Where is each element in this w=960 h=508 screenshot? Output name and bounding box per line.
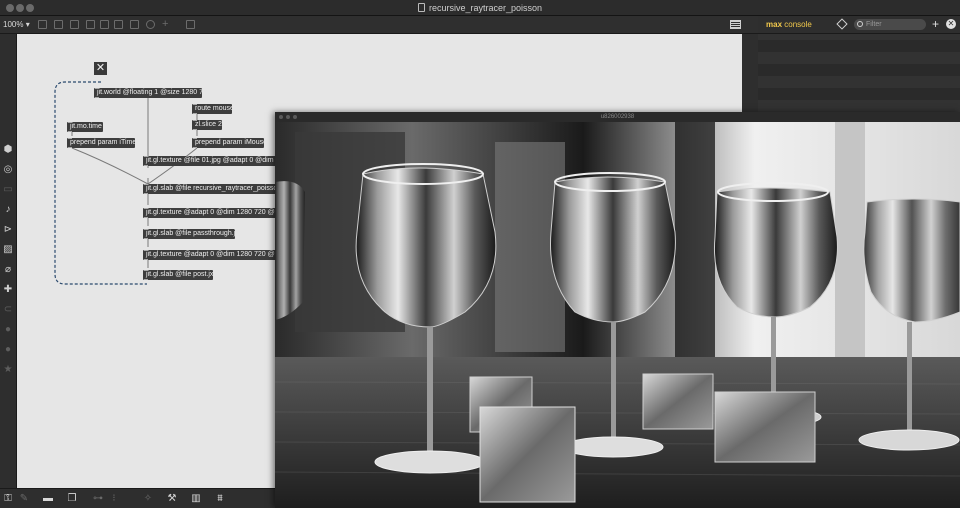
metal-cube [714, 391, 816, 463]
add-icon[interactable]: + [932, 17, 939, 31]
search-icon [857, 21, 863, 27]
comment-icon[interactable] [70, 20, 79, 29]
jit-gl-texture-file-object[interactable]: jit.gl.texture @file 01.jpg @adapt 0 @di… [143, 156, 277, 166]
slider-object-icon[interactable] [130, 20, 139, 29]
record-icon[interactable]: ● [2, 324, 14, 336]
add-object-icon[interactable]: + [162, 18, 168, 30]
rendered-scene [275, 122, 960, 508]
message-icon[interactable] [54, 20, 63, 29]
piano-icon[interactable]: ▥ [190, 493, 202, 505]
diamond-icon[interactable] [836, 18, 848, 30]
console-header: max console Filter + ✕ [758, 16, 960, 34]
paperclip-icon[interactable]: ⌀ [2, 264, 14, 276]
route-mouse-object[interactable]: route mouse [192, 104, 232, 114]
prepend-imouse-object[interactable]: prepend param iMouse [192, 138, 264, 148]
jit-mo-time-object[interactable]: jit.mo.time [67, 122, 103, 132]
star-icon[interactable]: ★ [2, 364, 14, 376]
console-title: max console [766, 20, 812, 30]
render-close-button[interactable] [279, 115, 283, 119]
metal-cube [642, 373, 714, 430]
prepend-itime-object[interactable]: prepend param iTime [67, 138, 135, 148]
window-title-container: recursive_raytracer_poisson [0, 2, 960, 14]
clear-console-icon[interactable]: ✕ [946, 19, 956, 29]
render-minimize-button[interactable] [286, 115, 290, 119]
render-window[interactable]: u826002938 [275, 112, 960, 508]
lock-icon[interactable]: ⚿ [2, 493, 14, 505]
jit-gl-slab-raytracer-object[interactable]: jit.gl.slab @file recursive_raytracer_po… [143, 184, 277, 194]
record-alt-icon[interactable]: ● [2, 344, 14, 356]
grid-view-icon[interactable] [730, 20, 741, 29]
number-object-icon[interactable] [114, 20, 123, 29]
plug-icon[interactable]: ⊂ [2, 304, 14, 316]
render-window-titlebar: u826002938 [275, 112, 960, 122]
zl-slice-object[interactable]: zl.slice 2 [192, 120, 222, 130]
window-title: recursive_raytracer_poisson [428, 3, 543, 13]
pin-icon[interactable]: ✧ [142, 493, 154, 505]
jit-gl-slab-post-object[interactable]: jit.gl.slab @file post.jxs [143, 270, 213, 280]
button-object-icon[interactable] [86, 20, 95, 29]
console-label: console [784, 20, 812, 29]
cube-icon[interactable]: ⬢ [2, 144, 14, 156]
console-filter-input[interactable]: Filter [854, 19, 926, 30]
card-icon[interactable]: ▭ [2, 184, 14, 196]
canvas-scroll-strip[interactable] [742, 34, 758, 114]
dial-object-icon[interactable] [146, 20, 155, 29]
bottom-toolbar: ⚿ ✎ ▬ ❐ ⊶ ⁝ ✧ ⚒ ▥ ⩩ [0, 488, 275, 508]
media-object-icon[interactable] [186, 20, 195, 29]
new-object-icon[interactable] [38, 20, 47, 29]
render-window-title: u826002938 [600, 114, 635, 120]
jit-gl-slab-passthrough-object[interactable]: jit.gl.slab @file passthrough.jxs [143, 229, 235, 239]
document-icon [417, 3, 425, 12]
filter-placeholder: Filter [866, 21, 882, 28]
link-icon[interactable]: ⊶ [92, 493, 104, 505]
image-icon[interactable]: ▨ [2, 244, 14, 256]
patcher-toolbar: 100% ▾ + [0, 16, 758, 34]
puzzle-icon[interactable]: ✚ [2, 284, 14, 296]
toggle-object-icon[interactable] [100, 20, 109, 29]
step-icon[interactable]: ⊳ [2, 224, 14, 236]
console-brand: max [766, 20, 783, 29]
wrench-icon[interactable]: ⚒ [166, 493, 178, 505]
max-console: max console Filter + ✕ [758, 16, 960, 114]
target-icon[interactable]: ◎ [2, 164, 14, 176]
jit-world-object[interactable]: jit.world @floating 1 @size 1280 720 [94, 88, 202, 98]
left-sidebar: ⬢ ◎ ▭ ♪ ⊳ ▨ ⌀ ✚ ⊂ ● ● ★ [0, 34, 17, 508]
metal-cube [479, 406, 576, 503]
render-zoom-button[interactable] [293, 115, 297, 119]
jit-gl-texture-adapt-object[interactable]: jit.gl.texture @adapt 0 @dim 1280 720 @r… [143, 208, 277, 218]
title-bar: recursive_raytracer_poisson [0, 0, 960, 16]
mixer-icon[interactable]: ⩩ [214, 493, 226, 505]
zoom-menu[interactable]: 100% ▾ [3, 19, 30, 30]
zoom-value: 100% [3, 20, 24, 29]
close-button-object[interactable]: ✕ [94, 62, 107, 75]
jit-gl-texture-adapt-2-object[interactable]: jit.gl.texture @adapt 0 @dim 1280 720 @r… [143, 250, 277, 260]
music-icon[interactable]: ♪ [2, 204, 14, 216]
edit-icon[interactable]: ✎ [18, 493, 30, 505]
comment-icon[interactable]: ▬ [42, 493, 54, 505]
grid-icon[interactable]: ⁝ [108, 493, 120, 505]
layers-icon[interactable]: ❐ [66, 493, 78, 505]
